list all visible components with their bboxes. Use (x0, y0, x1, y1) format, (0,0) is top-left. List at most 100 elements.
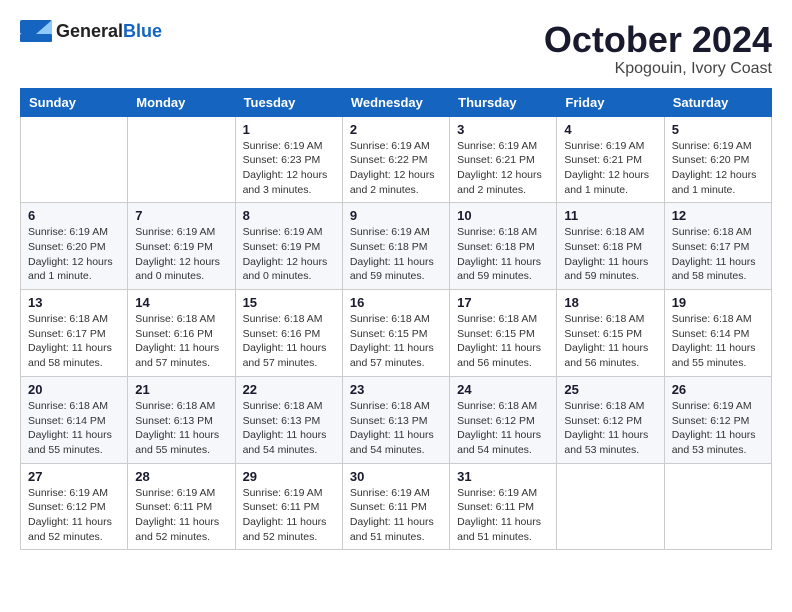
calendar-cell: 18 Sunrise: 6:18 AMSunset: 6:15 PMDayligh… (557, 290, 664, 377)
calendar-cell: 28 Sunrise: 6:19 AMSunset: 6:11 PMDayligh… (128, 463, 235, 550)
column-header-monday: Monday (128, 88, 235, 116)
day-number: 16 (350, 295, 442, 310)
calendar-cell: 20 Sunrise: 6:18 AMSunset: 6:14 PMDayligh… (21, 376, 128, 463)
day-info: Sunrise: 6:18 AMSunset: 6:15 PMDaylight:… (350, 312, 442, 371)
day-info: Sunrise: 6:19 AMSunset: 6:11 PMDaylight:… (457, 486, 549, 545)
day-number: 27 (28, 469, 120, 484)
day-number: 3 (457, 122, 549, 137)
day-number: 31 (457, 469, 549, 484)
calendar-cell: 5Sunrise: 6:19 AMSunset: 6:20 PMDaylight… (664, 116, 771, 203)
day-info: Sunrise: 6:18 AMSunset: 6:15 PMDaylight:… (457, 312, 549, 371)
calendar-cell (21, 116, 128, 203)
day-number: 6 (28, 208, 120, 223)
calendar-cell: 7 Sunrise: 6:19 AMSunset: 6:19 PMDaylight… (128, 203, 235, 290)
day-info: Sunrise: 6:18 AMSunset: 6:13 PMDaylight:… (135, 399, 227, 458)
day-number: 20 (28, 382, 120, 397)
day-number: 8 (243, 208, 335, 223)
day-info: Sunrise: 6:18 AMSunset: 6:18 PMDaylight:… (564, 225, 656, 284)
day-info: Sunrise: 6:18 AMSunset: 6:15 PMDaylight:… (564, 312, 656, 371)
page-title: October 2024 (544, 20, 772, 60)
calendar-cell: 30 Sunrise: 6:19 AMSunset: 6:11 PMDayligh… (342, 463, 449, 550)
calendar-body: 1 Sunrise: 6:19 AMSunset: 6:23 PMDaylight… (21, 116, 772, 550)
calendar-cell: 11 Sunrise: 6:18 AMSunset: 6:18 PMDayligh… (557, 203, 664, 290)
day-info: Sunrise: 6:19 AMSunset: 6:12 PMDaylight:… (28, 486, 120, 545)
calendar-cell: 3 Sunrise: 6:19 AMSunset: 6:21 PMDaylight… (450, 116, 557, 203)
calendar-cell: 12 Sunrise: 6:18 AMSunset: 6:17 PMDayligh… (664, 203, 771, 290)
calendar-cell: 26 Sunrise: 6:19 AMSunset: 6:12 PMDayligh… (664, 376, 771, 463)
column-header-saturday: Saturday (664, 88, 771, 116)
calendar-cell: 1 Sunrise: 6:19 AMSunset: 6:23 PMDaylight… (235, 116, 342, 203)
day-info: Sunrise: 6:19 AMSunset: 6:21 PMDaylight:… (457, 139, 549, 198)
day-number: 23 (350, 382, 442, 397)
calendar-cell: 10 Sunrise: 6:18 AMSunset: 6:18 PMDayligh… (450, 203, 557, 290)
day-number: 19 (672, 295, 764, 310)
day-number: 22 (243, 382, 335, 397)
day-number: 17 (457, 295, 549, 310)
day-info: Sunrise: 6:19 AMSunset: 6:23 PMDaylight:… (243, 139, 335, 198)
calendar-cell: 31 Sunrise: 6:19 AMSunset: 6:11 PMDayligh… (450, 463, 557, 550)
calendar-cell (128, 116, 235, 203)
day-number: 7 (135, 208, 227, 223)
day-info: Sunrise: 6:19 AMSunset: 6:11 PMDaylight:… (135, 486, 227, 545)
day-info: Sunrise: 6:18 AMSunset: 6:18 PMDaylight:… (457, 225, 549, 284)
calendar-cell: 14Sunrise: 6:18 AMSunset: 6:16 PMDayligh… (128, 290, 235, 377)
day-number: 1 (243, 122, 335, 137)
day-info: Sunrise: 6:18 AMSunset: 6:12 PMDaylight:… (457, 399, 549, 458)
column-header-sunday: Sunday (21, 88, 128, 116)
day-number: 30 (350, 469, 442, 484)
logo-blue-text: Blue (123, 21, 162, 41)
calendar-cell: 27 Sunrise: 6:19 AMSunset: 6:12 PMDayligh… (21, 463, 128, 550)
day-info: Sunrise: 6:19 AMSunset: 6:12 PMDaylight:… (672, 399, 764, 458)
day-number: 4 (564, 122, 656, 137)
day-info: Sunrise: 6:18 AMSunset: 6:13 PMDaylight:… (243, 399, 335, 458)
page-header: GeneralBlue October 2024 Kpogouin, Ivory… (20, 20, 772, 78)
calendar-cell: 29 Sunrise: 6:19 AMSunset: 6:11 PMDayligh… (235, 463, 342, 550)
day-number: 12 (672, 208, 764, 223)
day-info: Sunrise: 6:19 AMSunset: 6:18 PMDaylight:… (350, 225, 442, 284)
calendar-header: SundayMondayTuesdayWednesdayThursdayFrid… (21, 88, 772, 116)
day-number: 28 (135, 469, 227, 484)
day-info: Sunrise: 6:18 AMSunset: 6:17 PMDaylight:… (672, 225, 764, 284)
day-number: 25 (564, 382, 656, 397)
day-info: Sunrise: 6:18 AMSunset: 6:14 PMDaylight:… (672, 312, 764, 371)
day-number: 26 (672, 382, 764, 397)
day-info: Sunrise: 6:19 AMSunset: 6:19 PMDaylight:… (135, 225, 227, 284)
day-info: Sunrise: 6:18 AMSunset: 6:13 PMDaylight:… (350, 399, 442, 458)
day-number: 5 (672, 122, 764, 137)
day-number: 2 (350, 122, 442, 137)
day-number: 29 (243, 469, 335, 484)
column-header-friday: Friday (557, 88, 664, 116)
calendar-cell: 21 Sunrise: 6:18 AMSunset: 6:13 PMDayligh… (128, 376, 235, 463)
day-info: Sunrise: 6:19 AMSunset: 6:22 PMDaylight:… (350, 139, 442, 198)
day-number: 13 (28, 295, 120, 310)
calendar-cell: 9Sunrise: 6:19 AMSunset: 6:18 PMDaylight… (342, 203, 449, 290)
calendar-cell: 19 Sunrise: 6:18 AMSunset: 6:14 PMDayligh… (664, 290, 771, 377)
calendar-cell: 17 Sunrise: 6:18 AMSunset: 6:15 PMDayligh… (450, 290, 557, 377)
calendar-cell: 2 Sunrise: 6:19 AMSunset: 6:22 PMDaylight… (342, 116, 449, 203)
day-info: Sunrise: 6:19 AMSunset: 6:19 PMDaylight:… (243, 225, 335, 284)
day-info: Sunrise: 6:19 AMSunset: 6:11 PMDaylight:… (243, 486, 335, 545)
day-number: 11 (564, 208, 656, 223)
calendar-cell: 24 Sunrise: 6:18 AMSunset: 6:12 PMDayligh… (450, 376, 557, 463)
day-number: 14 (135, 295, 227, 310)
day-number: 18 (564, 295, 656, 310)
calendar-table: SundayMondayTuesdayWednesdayThursdayFrid… (20, 88, 772, 551)
day-info: Sunrise: 6:19 AMSunset: 6:11 PMDaylight:… (350, 486, 442, 545)
page-subtitle: Kpogouin, Ivory Coast (544, 60, 772, 78)
day-info: Sunrise: 6:18 AMSunset: 6:14 PMDaylight:… (28, 399, 120, 458)
day-number: 24 (457, 382, 549, 397)
logo-icon (20, 20, 52, 42)
calendar-cell: 6Sunrise: 6:19 AMSunset: 6:20 PMDaylight… (21, 203, 128, 290)
calendar-cell: 15Sunrise: 6:18 AMSunset: 6:16 PMDayligh… (235, 290, 342, 377)
logo-general-text: General (56, 21, 123, 41)
day-number: 10 (457, 208, 549, 223)
day-info: Sunrise: 6:19 AMSunset: 6:21 PMDaylight:… (564, 139, 656, 198)
day-info: Sunrise: 6:18 AMSunset: 6:12 PMDaylight:… (564, 399, 656, 458)
day-info: Sunrise: 6:18 AMSunset: 6:16 PMDaylight:… (243, 312, 335, 371)
calendar-cell: 16 Sunrise: 6:18 AMSunset: 6:15 PMDayligh… (342, 290, 449, 377)
column-header-thursday: Thursday (450, 88, 557, 116)
column-header-tuesday: Tuesday (235, 88, 342, 116)
calendar-cell: 25 Sunrise: 6:18 AMSunset: 6:12 PMDayligh… (557, 376, 664, 463)
calendar-cell: 13Sunrise: 6:18 AMSunset: 6:17 PMDayligh… (21, 290, 128, 377)
day-number: 21 (135, 382, 227, 397)
